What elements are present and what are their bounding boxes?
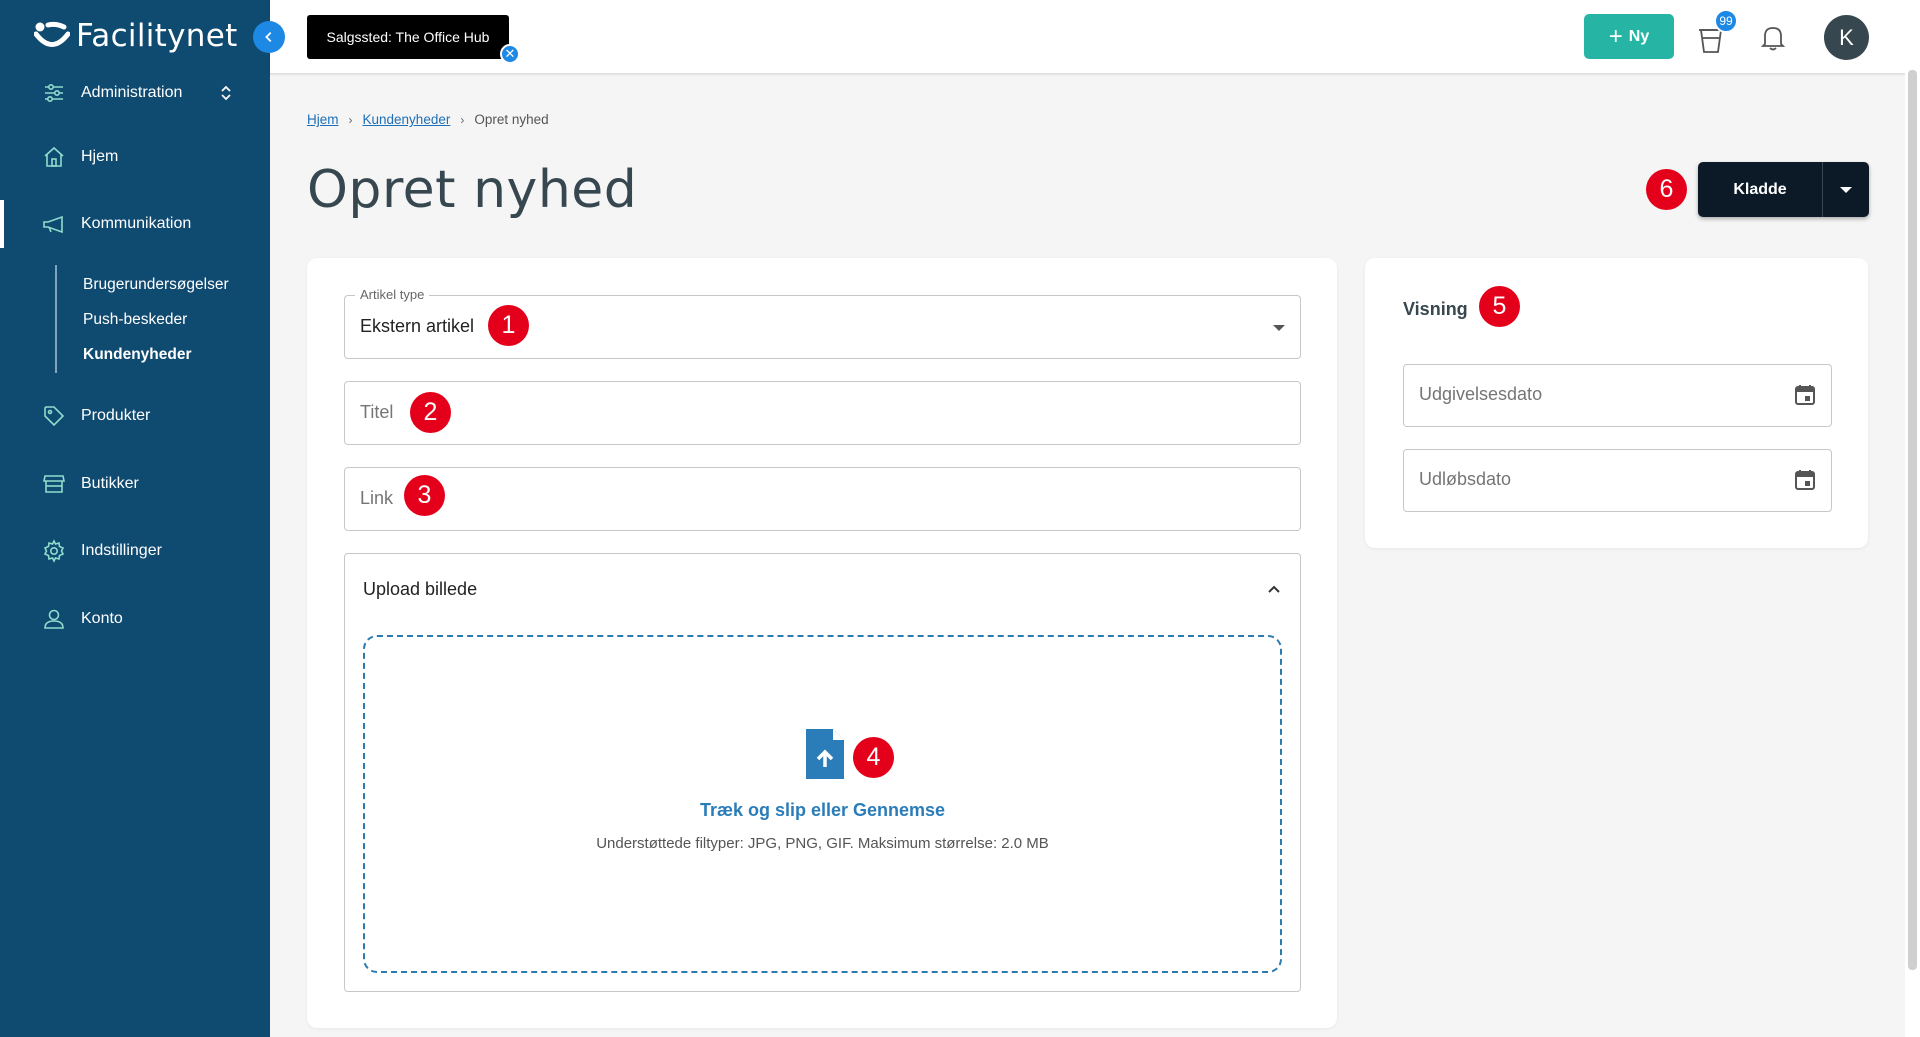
file-upload-icon (806, 729, 844, 779)
subitem-brugerundersogelser[interactable]: Brugerundersøgelser (83, 276, 229, 294)
sidebar-item-kommunikation[interactable]: Kommunikation (0, 200, 270, 248)
expiry-date-placeholder: Udløbsdato (1419, 469, 1512, 489)
new-button-label: Ny (1628, 27, 1650, 45)
caret-down-icon (1840, 186, 1852, 193)
sidebar-item-konto[interactable]: Konto (0, 595, 270, 643)
caret-down-icon (1273, 325, 1285, 331)
facilitynet-logo[interactable]: Facilitynet (33, 18, 238, 54)
annotation-marker-6: 6 (1646, 169, 1687, 210)
sales-point-chip[interactable]: Salgssted: The Office Hub (307, 15, 509, 59)
subitem-kundenyheder[interactable]: Kundenyheder (83, 346, 192, 364)
page-title: Opret nyhed (307, 160, 638, 220)
title-placeholder: Titel (360, 402, 394, 422)
annotation-marker-1: 1 (488, 305, 529, 346)
expiry-date-field[interactable]: Udløbsdato (1403, 449, 1832, 512)
gear-icon (42, 539, 66, 563)
plus-icon: + (1608, 22, 1623, 50)
upload-image-panel: Upload billede Træk og slip eller Gennem… (344, 553, 1301, 992)
annotation-marker-4: 4 (853, 737, 894, 778)
sidebar-item-label: Indstillinger (81, 542, 162, 559)
breadcrumb-separator-icon: › (348, 112, 353, 127)
submenu-rail (55, 265, 57, 373)
breadcrumb-separator-icon: › (460, 112, 465, 127)
sidebar-item-label: Hjem (81, 148, 119, 165)
sliders-icon (42, 81, 66, 105)
home-icon (42, 145, 66, 169)
avatar[interactable]: K (1824, 15, 1869, 60)
sidebar-item-label: Konto (81, 610, 123, 627)
close-icon[interactable]: ✕ (500, 44, 520, 64)
tag-icon (42, 404, 66, 428)
sidebar-item-produkter[interactable]: Produkter (0, 392, 270, 440)
annotation-marker-5: 5 (1479, 286, 1520, 327)
sidebar: Facilitynet Administration Hjem Kommunik… (0, 0, 270, 1037)
sidebar-item-label: Kommunikation (81, 215, 192, 232)
status-split-button: Kladde (1698, 162, 1869, 217)
sidebar-item-indstillinger[interactable]: Indstillinger (0, 527, 270, 575)
visning-title: Visning (1403, 299, 1468, 319)
megaphone-icon (42, 212, 66, 236)
chevron-updown-icon (218, 83, 234, 103)
bell-icon[interactable] (1760, 24, 1786, 52)
upload-constraints-text: Understøttede filtyper: JPG, PNG, GIF. M… (596, 835, 1049, 852)
image-dropzone[interactable]: Træk og slip eller Gennemse Understøtted… (363, 635, 1282, 973)
sidebar-item-administration[interactable]: Administration (0, 69, 270, 117)
store-icon (42, 472, 66, 496)
sidebar-item-label: Butikker (81, 475, 139, 492)
sidebar-collapse-button[interactable] (253, 21, 285, 53)
article-type-value: Ekstern artikel (360, 316, 475, 336)
publish-date-field[interactable]: Udgivelsesdato (1403, 364, 1832, 427)
cart-count-badge: 99 (1714, 9, 1738, 33)
breadcrumb-current: Opret nyhed (474, 112, 549, 127)
publish-date-placeholder: Udgivelsesdato (1419, 384, 1543, 404)
breadcrumb-hjem[interactable]: Hjem (307, 112, 339, 127)
chevron-up-icon[interactable] (1266, 582, 1282, 596)
brand-name: Facilitynet (76, 18, 238, 54)
chevron-left-icon (265, 32, 272, 42)
sidebar-item-label: Produkter (81, 407, 151, 424)
sidebar-item-butikker[interactable]: Butikker (0, 460, 270, 508)
status-dropdown-button[interactable] (1823, 162, 1869, 217)
logo-icon (33, 21, 71, 51)
annotation-marker-2: 2 (410, 392, 451, 433)
user-icon (42, 607, 66, 631)
link-placeholder: Link (360, 488, 394, 508)
sidebar-item-label: Administration (81, 84, 183, 101)
breadcrumb: Hjem › Kundenyheder › Opret nyhed (307, 112, 549, 127)
breadcrumb-kundenyheder[interactable]: Kundenyheder (363, 112, 451, 127)
kladde-button[interactable]: Kladde (1698, 162, 1823, 217)
link-field[interactable]: Link (344, 467, 1301, 531)
article-type-label: Artikel type (355, 287, 430, 302)
annotation-marker-3: 3 (404, 475, 445, 516)
upload-image-title: Upload billede (363, 579, 478, 599)
sidebar-item-hjem[interactable]: Hjem (0, 133, 270, 181)
drop-browse-link[interactable]: Træk og slip eller Gennemse (365, 800, 1280, 821)
subitem-push-beskeder[interactable]: Push-beskeder (83, 311, 187, 329)
calendar-icon[interactable] (1793, 468, 1817, 492)
scrollbar-thumb[interactable] (1908, 70, 1917, 970)
new-button[interactable]: + Ny (1584, 14, 1674, 59)
calendar-icon[interactable] (1793, 383, 1817, 407)
title-field[interactable]: Titel (344, 381, 1301, 445)
